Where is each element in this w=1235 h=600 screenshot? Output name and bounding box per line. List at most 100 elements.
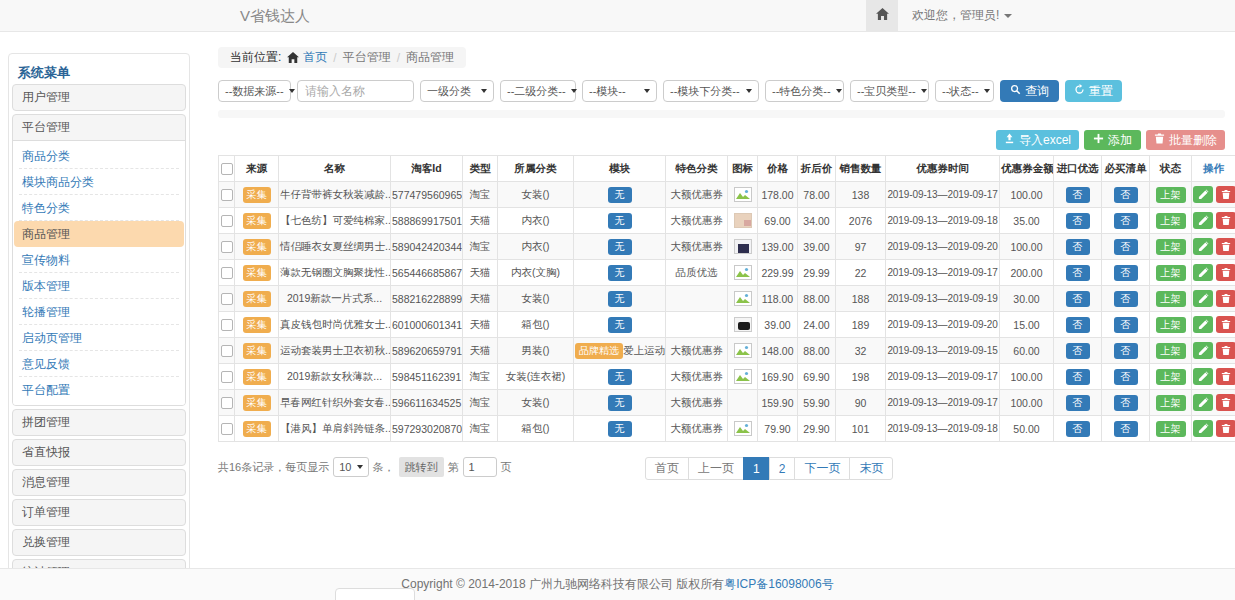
- page-size-select[interactable]: 10: [333, 457, 368, 477]
- sidebar-item-platform-header[interactable]: 平台管理: [13, 115, 185, 140]
- delete-button[interactable]: [1216, 264, 1235, 281]
- status-badge[interactable]: 上架: [1156, 239, 1186, 255]
- status-badge[interactable]: 上架: [1156, 395, 1186, 411]
- delete-button[interactable]: [1216, 420, 1235, 437]
- must-buy-badge[interactable]: 否: [1114, 369, 1138, 385]
- sidebar-item-express[interactable]: 省直快报: [12, 439, 186, 466]
- edit-button[interactable]: [1193, 212, 1213, 229]
- module-select[interactable]: --模块--: [582, 80, 657, 102]
- row-checkbox[interactable]: [221, 371, 233, 383]
- sidebar-subitem[interactable]: 版本管理: [13, 273, 185, 299]
- sidebar-subitem[interactable]: 商品管理: [14, 221, 184, 247]
- pager-next[interactable]: 下一页: [794, 457, 850, 480]
- status-badge[interactable]: 上架: [1156, 291, 1186, 307]
- pager-page-2[interactable]: 2: [769, 457, 796, 480]
- name-input[interactable]: [297, 80, 414, 102]
- pager-page-1[interactable]: 1: [743, 457, 770, 480]
- edit-button[interactable]: [1193, 186, 1213, 203]
- row-checkbox[interactable]: [221, 293, 233, 305]
- data-source-select[interactable]: --数据来源--: [218, 80, 291, 102]
- imported-badge[interactable]: 否: [1066, 395, 1090, 411]
- sidebar-subitem[interactable]: 意见反馈: [13, 351, 185, 377]
- must-buy-badge[interactable]: 否: [1114, 265, 1138, 281]
- category2-select[interactable]: --二级分类--: [500, 80, 576, 102]
- delete-button[interactable]: [1216, 186, 1235, 203]
- status-select[interactable]: --状态--: [935, 80, 994, 102]
- sidebar-subitem[interactable]: 宣传物料: [13, 247, 185, 273]
- import-excel-button[interactable]: 导入excel: [996, 130, 1079, 150]
- imported-badge[interactable]: 否: [1066, 187, 1090, 203]
- delete-button[interactable]: [1216, 238, 1235, 255]
- row-checkbox[interactable]: [221, 345, 233, 357]
- select-all-checkbox[interactable]: [221, 163, 233, 175]
- status-badge[interactable]: 上架: [1156, 369, 1186, 385]
- must-buy-badge[interactable]: 否: [1114, 395, 1138, 411]
- imported-badge[interactable]: 否: [1066, 343, 1090, 359]
- imported-badge[interactable]: 否: [1066, 213, 1090, 229]
- imported-badge[interactable]: 否: [1066, 421, 1090, 437]
- sidebar-item-orders[interactable]: 订单管理: [12, 499, 186, 526]
- sidebar-subitem[interactable]: 特色分类: [13, 195, 185, 221]
- category1-select[interactable]: 一级分类: [420, 80, 494, 102]
- must-buy-badge[interactable]: 否: [1114, 317, 1138, 333]
- imported-badge[interactable]: 否: [1066, 239, 1090, 255]
- nav-home-button[interactable]: [866, 0, 898, 31]
- row-checkbox[interactable]: [221, 319, 233, 331]
- must-buy-badge[interactable]: 否: [1114, 187, 1138, 203]
- status-badge[interactable]: 上架: [1156, 317, 1186, 333]
- edit-button[interactable]: [1193, 238, 1213, 255]
- delete-button[interactable]: [1216, 290, 1235, 307]
- delete-button[interactable]: [1216, 212, 1235, 229]
- pager-prev[interactable]: 上一页: [688, 457, 744, 480]
- must-buy-badge[interactable]: 否: [1114, 239, 1138, 255]
- row-checkbox[interactable]: [221, 189, 233, 201]
- item-type-select[interactable]: --宝贝类型--: [850, 80, 929, 102]
- edit-button[interactable]: [1193, 316, 1213, 333]
- must-buy-badge[interactable]: 否: [1114, 291, 1138, 307]
- sidebar-subitem[interactable]: 模块商品分类: [13, 169, 185, 195]
- reset-button[interactable]: 重置: [1065, 80, 1122, 102]
- user-menu[interactable]: 欢迎您，管理员!: [912, 7, 1012, 24]
- edit-button[interactable]: [1193, 368, 1213, 385]
- row-checkbox[interactable]: [221, 423, 233, 435]
- sidebar-subitem[interactable]: 商品分类: [13, 143, 185, 169]
- edit-button[interactable]: [1193, 290, 1213, 307]
- query-button[interactable]: 查询: [1000, 80, 1059, 102]
- status-badge[interactable]: 上架: [1156, 421, 1186, 437]
- edit-button[interactable]: [1193, 264, 1213, 281]
- delete-button[interactable]: [1216, 316, 1235, 333]
- edit-button[interactable]: [1193, 342, 1213, 359]
- feature-select[interactable]: --特色分类--: [765, 80, 844, 102]
- sidebar-subitem[interactable]: 平台配置: [13, 377, 185, 403]
- page-number-input[interactable]: [463, 457, 497, 477]
- row-checkbox[interactable]: [221, 267, 233, 279]
- pager-first[interactable]: 首页: [645, 457, 689, 480]
- status-badge[interactable]: 上架: [1156, 187, 1186, 203]
- row-checkbox[interactable]: [221, 397, 233, 409]
- sidebar-subitem[interactable]: 轮播管理: [13, 299, 185, 325]
- sidebar-subitem[interactable]: 启动页管理: [13, 325, 185, 351]
- status-badge[interactable]: 上架: [1156, 343, 1186, 359]
- sidebar-item-users[interactable]: 用户管理: [12, 84, 186, 111]
- row-checkbox[interactable]: [221, 215, 233, 227]
- row-checkbox[interactable]: [221, 241, 233, 253]
- imported-badge[interactable]: 否: [1066, 265, 1090, 281]
- pager-last[interactable]: 末页: [849, 457, 893, 480]
- must-buy-badge[interactable]: 否: [1114, 343, 1138, 359]
- edit-button[interactable]: [1193, 394, 1213, 411]
- imported-badge[interactable]: 否: [1066, 291, 1090, 307]
- must-buy-badge[interactable]: 否: [1114, 213, 1138, 229]
- icp-link[interactable]: 粤ICP备16098006号: [724, 576, 833, 593]
- status-badge[interactable]: 上架: [1156, 265, 1186, 281]
- sidebar-item-exchange[interactable]: 兑换管理: [12, 529, 186, 556]
- edit-button[interactable]: [1193, 420, 1213, 437]
- delete-button[interactable]: [1216, 394, 1235, 411]
- module-sub-select[interactable]: --模块下分类--: [663, 80, 759, 102]
- imported-badge[interactable]: 否: [1066, 317, 1090, 333]
- sidebar-item-messages[interactable]: 消息管理: [12, 469, 186, 496]
- sidebar-item-groupbuy[interactable]: 拼团管理: [12, 409, 186, 436]
- status-badge[interactable]: 上架: [1156, 213, 1186, 229]
- batch-delete-button[interactable]: 批量删除: [1146, 130, 1225, 150]
- jump-button[interactable]: 跳转到: [399, 457, 444, 477]
- delete-button[interactable]: [1216, 368, 1235, 385]
